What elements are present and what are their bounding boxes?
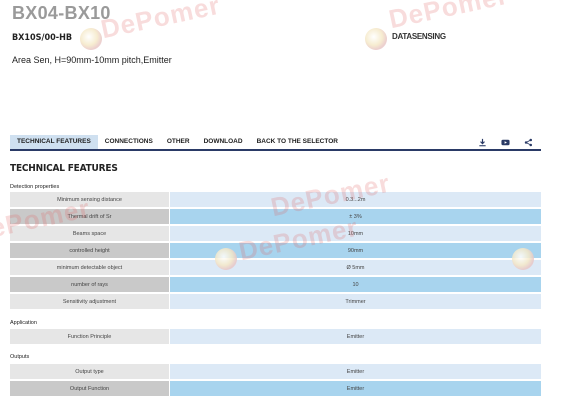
nav-actions [478, 135, 541, 149]
watermark-logo-disc [365, 28, 387, 50]
table-row: number of rays 10 [10, 277, 541, 292]
product-tabs-bar: TECHNICAL FEATURES CONNECTIONS OTHER DOW… [10, 135, 541, 151]
tab-back-to-selector[interactable]: BACK TO THE SELECTOR [250, 135, 345, 149]
spec-key: Output Function [10, 381, 169, 396]
product-title: BX04-BX10 [12, 3, 111, 23]
spec-value: Ø 5mm [170, 260, 541, 275]
spec-value: Emitter [170, 364, 541, 379]
spec-key: Beams space [10, 226, 169, 241]
spec-value: 90mm [170, 243, 541, 258]
share-icon[interactable] [524, 138, 533, 147]
spec-value: 10 [170, 277, 541, 292]
table-row: Function Principle Emitter [10, 329, 541, 344]
section-title: TECHNICAL FEATURES [10, 163, 118, 174]
youtube-icon[interactable] [501, 138, 510, 147]
spec-key: controlled height [10, 243, 169, 258]
table-row: controlled height 90mm [10, 243, 541, 258]
spec-value: ± 3% [170, 209, 541, 224]
tab-technical-features[interactable]: TECHNICAL FEATURES [10, 135, 98, 149]
spec-key: Function Principle [10, 329, 169, 344]
watermark: DePomer [386, 0, 511, 35]
group-label-detection: Detection properties [10, 184, 60, 190]
table-row: Minimum sensing distance 0.3...2m [10, 192, 541, 207]
table-row: minimum detectable object Ø 5mm [10, 260, 541, 275]
tab-connections[interactable]: CONNECTIONS [98, 135, 160, 149]
table-row: Output type Emitter [10, 364, 541, 379]
tab-other[interactable]: OTHER [160, 135, 197, 149]
table-row: Sensitivity adjustment Trimmer [10, 294, 541, 309]
spec-value: 0.3...2m [170, 192, 541, 207]
watermark: DePomer [98, 0, 223, 45]
spec-key: minimum detectable object [10, 260, 169, 275]
table-row: Beams space 10mm [10, 226, 541, 241]
product-code: BX10S/00-HB [12, 33, 73, 43]
spec-value: 10mm [170, 226, 541, 241]
tab-download[interactable]: DOWNLOAD [197, 135, 250, 149]
table-row: Output Function Emitter [10, 381, 541, 396]
group-label-application: Application [10, 320, 37, 326]
spec-key: Minimum sensing distance [10, 192, 169, 207]
spec-key: number of rays [10, 277, 169, 292]
spec-key: Thermal drift of Sr [10, 209, 169, 224]
spec-key: Sensitivity adjustment [10, 294, 169, 309]
spec-value: Emitter [170, 329, 541, 344]
watermark-logo-disc [80, 28, 102, 50]
group-label-outputs: Outputs [10, 354, 30, 360]
spec-key: Output type [10, 364, 169, 379]
brand-logo: DATASENSING [392, 32, 446, 41]
product-description: Area Sen, H=90mm-10mm pitch,Emitter [12, 55, 172, 65]
spec-value: Trimmer [170, 294, 541, 309]
spec-value: Emitter [170, 381, 541, 396]
table-row: Thermal drift of Sr ± 3% [10, 209, 541, 224]
download-icon[interactable] [478, 138, 487, 147]
